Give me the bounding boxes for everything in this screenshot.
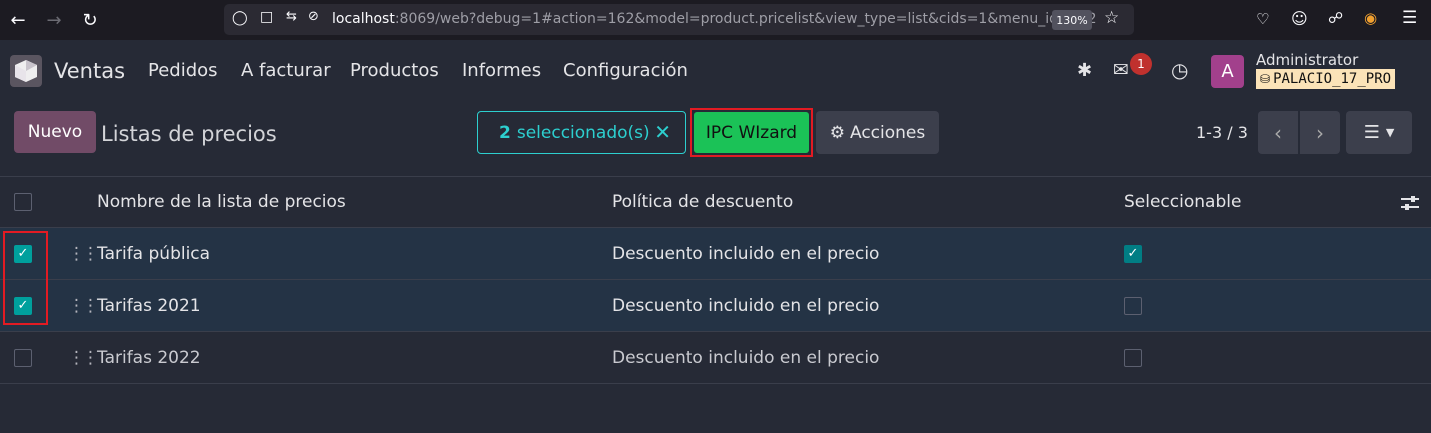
table-row[interactable]: ✓ ⋮⋮ Tarifas 2021 Descuento incluido en …	[0, 280, 1431, 332]
row-checkbox[interactable]	[14, 348, 32, 367]
user-name[interactable]: Administrator	[1256, 51, 1358, 69]
selected-label: seleccionado(s)	[516, 122, 650, 143]
messages-icon[interactable]: ✉	[1113, 59, 1129, 81]
permissions-icon[interactable]: ⇆	[286, 9, 297, 24]
database-badge: ⛁ PALACIO_17_PRO	[1256, 69, 1396, 89]
header-selectable[interactable]: Seleccionable	[1124, 177, 1241, 227]
database-icon: ⛁	[1260, 72, 1271, 86]
ipc-wizard-highlight: IPC WIzard	[690, 108, 813, 157]
list-view-icon: ☰	[1363, 122, 1380, 143]
drag-handle-icon[interactable]: ⋮⋮	[68, 228, 99, 279]
row-policy[interactable]: Descuento incluido en el precio	[612, 228, 879, 279]
page-title: Listas de precios	[101, 122, 277, 146]
forward-icon[interactable]: →	[42, 8, 66, 32]
new-button[interactable]: Nuevo	[14, 111, 96, 153]
pocket-icon[interactable]: ♡	[1256, 10, 1269, 28]
drag-handle-icon[interactable]: ⋮⋮	[68, 332, 99, 383]
pricelist-table: Nombre de la lista de precios Política d…	[0, 176, 1431, 384]
url-path: :8069/web?debug=1#action=162&model=produ…	[394, 11, 1097, 27]
actions-button[interactable]: ⚙ Acciones	[816, 111, 939, 154]
selection-indicator: 2 seleccionado(s) ✕	[477, 111, 686, 154]
drag-handle-icon[interactable]: ⋮⋮	[68, 280, 99, 331]
shield-icon[interactable]: ◯	[232, 10, 248, 26]
row-name[interactable]: Tarifa pública	[97, 228, 210, 279]
message-count-badge: 1	[1130, 53, 1152, 75]
gear-icon: ⚙	[829, 122, 845, 143]
table-row[interactable]: ⋮⋮ Tarifas 2022 Descuento incluido en el…	[0, 332, 1431, 384]
pager-next-icon[interactable]: ›	[1300, 111, 1340, 154]
clear-selection-icon[interactable]: ✕	[654, 120, 671, 144]
menu-productos[interactable]: Productos	[350, 60, 439, 81]
user-avatar[interactable]: A	[1211, 55, 1244, 88]
menu-pedidos[interactable]: Pedidos	[148, 60, 218, 81]
zoom-indicator[interactable]: 130%	[1052, 10, 1092, 30]
extension-monkey-icon[interactable]: ◉	[1364, 9, 1377, 27]
extensions-icon[interactable]: ☍	[1328, 9, 1343, 27]
pager-value[interactable]: 1-3 / 3	[1196, 123, 1248, 142]
row-name[interactable]: Tarifas 2021	[97, 280, 201, 331]
selected-count: 2	[499, 122, 511, 143]
header-name[interactable]: Nombre de la lista de precios	[97, 177, 346, 227]
list-view-switcher[interactable]: ☰ ▼	[1346, 111, 1412, 154]
app-menu-icon[interactable]	[10, 55, 42, 87]
ipc-wizard-button[interactable]: IPC WIzard	[694, 112, 809, 153]
selectable-checkbox[interactable]: ✓	[1124, 244, 1142, 263]
selectable-checkbox[interactable]	[1124, 296, 1142, 315]
optional-columns-icon[interactable]	[1400, 193, 1420, 217]
menu-icon[interactable]: ☰	[1402, 8, 1417, 28]
pager-previous-icon[interactable]: ‹	[1258, 111, 1298, 154]
url-text[interactable]: localhost:8069/web?debug=1#action=162&mo…	[332, 11, 1096, 27]
bookmark-star-icon[interactable]: ☆	[1104, 8, 1119, 28]
database-name: PALACIO_17_PRO	[1273, 71, 1392, 87]
reload-icon[interactable]: ↻	[78, 8, 102, 32]
page-icon: □	[260, 9, 274, 25]
actions-label: Acciones	[850, 122, 926, 143]
select-all-checkbox[interactable]	[14, 193, 32, 211]
caret-down-icon: ▼	[1385, 126, 1395, 139]
row-policy[interactable]: Descuento incluido en el precio	[612, 332, 879, 383]
row-policy[interactable]: Descuento incluido en el precio	[612, 280, 879, 331]
debug-bug-icon[interactable]: ✱	[1077, 60, 1092, 81]
selectable-checkbox[interactable]	[1124, 348, 1142, 367]
main-navbar: Ventas Pedidos A facturar Productos Info…	[0, 40, 1431, 102]
account-icon[interactable]: ☺	[1291, 9, 1308, 28]
row-name[interactable]: Tarifas 2022	[97, 332, 201, 383]
url-host: localhost	[332, 11, 395, 27]
tracking-icon[interactable]: ⊘	[308, 9, 319, 24]
table-row[interactable]: ✓ ⋮⋮ Tarifa pública Descuento incluido e…	[0, 228, 1431, 280]
header-policy[interactable]: Política de descuento	[612, 177, 793, 227]
app-title[interactable]: Ventas	[54, 59, 125, 83]
checkbox-highlight-frame	[3, 231, 48, 325]
table-header: Nombre de la lista de precios Política d…	[0, 176, 1431, 228]
menu-informes[interactable]: Informes	[462, 60, 541, 81]
back-icon[interactable]: ←	[6, 8, 30, 32]
menu-configuracion[interactable]: Configuración	[563, 60, 688, 81]
activity-clock-icon[interactable]: ◷	[1171, 58, 1188, 82]
control-panel: Nuevo Listas de precios 2 seleccionado(s…	[0, 102, 1431, 176]
browser-toolbar: ← → ↻ ◯ □ ⇆ ⊘ localhost:8069/web?debug=1…	[0, 0, 1431, 40]
menu-a-facturar[interactable]: A facturar	[241, 60, 331, 81]
address-bar[interactable]: ◯ □ ⇆ ⊘ localhost:8069/web?debug=1#actio…	[224, 4, 1134, 35]
